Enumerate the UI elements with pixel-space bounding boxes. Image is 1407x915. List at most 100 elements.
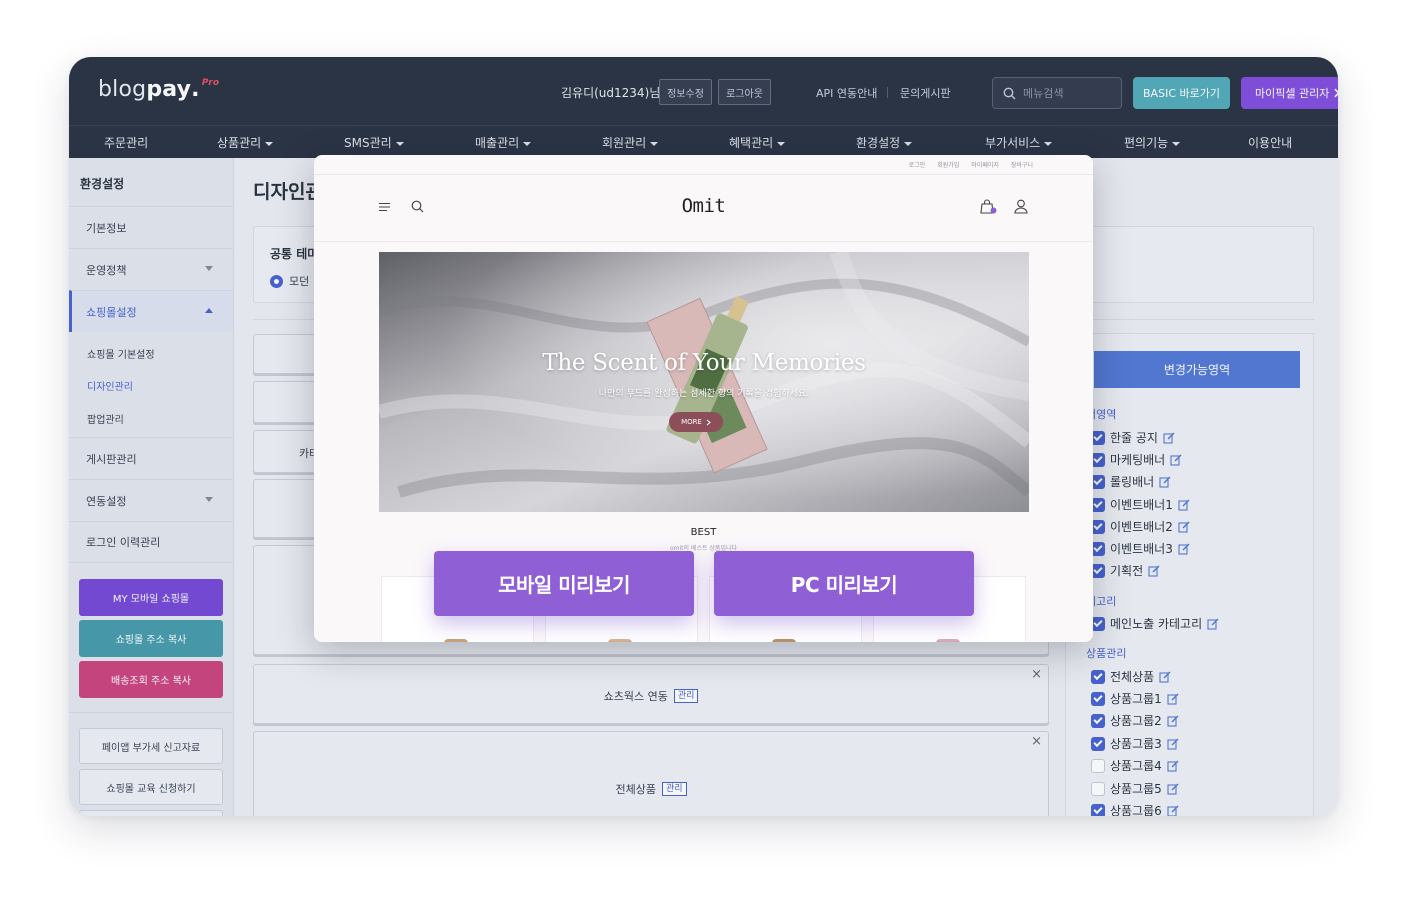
vat-report-button[interactable]: 페이앱 부가세 신고자료 xyxy=(79,728,223,764)
shopping-bag-icon[interactable] xyxy=(980,199,997,214)
block-label: 쇼츠웍스 연동 관리 xyxy=(254,688,1048,704)
nav-convenience[interactable]: 편의기능 xyxy=(1124,134,1181,151)
shop-logo[interactable]: Omit xyxy=(314,195,1093,217)
user-icon[interactable] xyxy=(1014,199,1028,214)
area-item[interactable]: 이벤트배너2 xyxy=(1091,518,1190,535)
sidebar-item-basic[interactable]: 기본정보 xyxy=(69,206,233,248)
checkbox-checked-icon[interactable] xyxy=(1091,803,1105,816)
checkbox-checked-icon[interactable] xyxy=(1091,563,1105,578)
layout-block-shorts[interactable]: × 쇼츠웍스 연동 관리 xyxy=(253,664,1049,724)
edit-icon[interactable] xyxy=(1167,737,1179,750)
nav-addon[interactable]: 부가서비스 xyxy=(985,134,1053,151)
area-item[interactable]: 상품그룹4 xyxy=(1091,757,1179,774)
edu-apply-button[interactable]: 쇼핑몰 교육 신청하기 xyxy=(79,769,223,805)
sidebar-item-board[interactable]: 게시판관리 xyxy=(69,437,233,479)
user-name: 김유디(ud1234)님 xyxy=(561,86,661,100)
util-join[interactable]: 회원가입 xyxy=(937,160,959,169)
sidebar-sub-shop-basic[interactable]: 쇼핑몰 기본설정 xyxy=(87,346,155,361)
util-mypage[interactable]: 마이페이지 xyxy=(971,160,999,169)
util-cart[interactable]: 장바구니 xyxy=(1011,160,1033,169)
checkbox-checked-icon[interactable] xyxy=(1091,616,1105,631)
area-item[interactable]: 상품그룹1 xyxy=(1091,690,1179,707)
manage-tag[interactable]: 관리 xyxy=(673,689,699,703)
edit-icon[interactable] xyxy=(1167,804,1179,817)
edit-icon[interactable] xyxy=(1167,714,1179,727)
area-item[interactable]: 상품그룹2 xyxy=(1091,712,1179,729)
area-item[interactable]: 상품그룹3 xyxy=(1091,735,1179,752)
util-login[interactable]: 로그인 xyxy=(909,160,926,169)
area-item[interactable]: 전체상품 xyxy=(1091,668,1171,685)
edit-icon[interactable] xyxy=(1178,542,1190,555)
my-mobile-shop-button[interactable]: MY 모바일 쇼핑몰 xyxy=(79,579,223,616)
checkbox-checked-icon[interactable] xyxy=(1091,430,1105,445)
edit-icon[interactable] xyxy=(1148,564,1160,577)
hero-banner[interactable]: The Scent of Your Memories 나만의 무드를 완성하는 … xyxy=(379,252,1029,512)
area-item[interactable]: 메인노출 카테고리 xyxy=(1091,615,1219,632)
sidebar-item-shop-settings[interactable]: 쇼핑몰설정 xyxy=(69,290,233,332)
logout-button[interactable]: 로그아웃 xyxy=(718,79,771,105)
checkbox-checked-icon[interactable] xyxy=(1091,474,1105,489)
api-guide-link[interactable]: API 연동안내 xyxy=(816,85,877,101)
area-item[interactable]: 롤링배너 xyxy=(1091,473,1171,490)
area-item[interactable]: 이벤트배너3 xyxy=(1091,540,1190,557)
nav-sales[interactable]: 매출관리 xyxy=(475,134,532,151)
edit-icon[interactable] xyxy=(1167,782,1179,795)
edit-icon[interactable] xyxy=(1178,498,1190,511)
checkbox-checked-icon[interactable] xyxy=(1091,669,1105,684)
manage-tag[interactable]: 관리 xyxy=(661,782,687,796)
edit-icon[interactable] xyxy=(1207,617,1219,630)
menu-search[interactable] xyxy=(992,77,1122,109)
mobile-preview-button[interactable]: 모바일 미리보기 xyxy=(434,551,694,616)
nav-order[interactable]: 주문관리 xyxy=(104,134,148,151)
area-item[interactable]: 기획전 xyxy=(1091,562,1160,579)
area-item[interactable]: 상품그룹6 xyxy=(1091,802,1179,816)
layout-block-all-products[interactable]: × 전체상품 관리 xyxy=(253,731,1049,816)
sidebar-item-integration[interactable]: 연동설정 xyxy=(69,479,233,521)
sidebar-title: 환경설정 xyxy=(80,177,125,191)
checkbox-checked-icon[interactable] xyxy=(1091,497,1105,512)
checkbox-checked-icon[interactable] xyxy=(1091,713,1105,728)
edit-icon[interactable] xyxy=(1163,431,1175,444)
edit-icon[interactable] xyxy=(1170,453,1182,466)
more-button[interactable]: MORE xyxy=(669,412,723,432)
area-item[interactable]: 한줄 공지 xyxy=(1091,429,1175,446)
area-item[interactable]: 마케팅배너 xyxy=(1091,451,1182,468)
board-link[interactable]: 문의게시판 xyxy=(900,85,951,101)
close-icon[interactable]: × xyxy=(1031,734,1042,749)
nav-benefit[interactable]: 혜택관리 xyxy=(729,134,786,151)
edit-icon[interactable] xyxy=(1159,475,1171,488)
sidebar-item-policy[interactable]: 운영정책 xyxy=(69,248,233,290)
pc-preview-button[interactable]: PC 미리보기 xyxy=(714,551,974,616)
checkbox-checked-icon[interactable] xyxy=(1091,736,1105,751)
nav-guide[interactable]: 이용안내 xyxy=(1248,134,1292,151)
sidebar-item-login-history[interactable]: 로그인 이력관리 xyxy=(69,521,233,563)
mypick-admin-button[interactable]: 마이픽셀 관리자 xyxy=(1241,77,1338,109)
checkbox-unchecked-icon[interactable] xyxy=(1091,781,1105,796)
edit-icon[interactable] xyxy=(1167,692,1179,705)
copy-shop-url-button[interactable]: 쇼핑몰 주소 복사 xyxy=(79,620,223,657)
edit-info-button[interactable]: 정보수정 xyxy=(659,79,712,105)
sidebar-more-button[interactable] xyxy=(79,810,223,816)
close-icon[interactable]: × xyxy=(1031,667,1042,682)
checkbox-checked-icon[interactable] xyxy=(1091,691,1105,706)
logo[interactable]: blog pay. Pro xyxy=(98,77,219,102)
checkbox-unchecked-icon[interactable] xyxy=(1091,758,1105,773)
area-item[interactable]: 이벤트배너1 xyxy=(1091,496,1190,513)
nav-sms[interactable]: SMS관리 xyxy=(344,134,404,151)
area-item[interactable]: 상품그룹5 xyxy=(1091,780,1179,797)
sidebar-sub-popup[interactable]: 팝업관리 xyxy=(87,411,124,426)
nav-member[interactable]: 회원관리 xyxy=(602,134,659,151)
copy-tracking-url-button[interactable]: 배송조회 주소 복사 xyxy=(79,661,223,698)
edit-icon[interactable] xyxy=(1167,759,1179,772)
checkbox-checked-icon[interactable] xyxy=(1091,541,1105,556)
sidebar-sub-design[interactable]: 디자인관리 xyxy=(87,378,133,393)
search-input[interactable] xyxy=(1023,86,1113,100)
theme-radio[interactable]: 모던 xyxy=(270,273,309,289)
checkbox-checked-icon[interactable] xyxy=(1091,452,1105,467)
nav-settings[interactable]: 환경설정 xyxy=(856,134,913,151)
basic-shortcut-button[interactable]: BASIC 바로가기 xyxy=(1133,77,1230,109)
nav-product[interactable]: 상품관리 xyxy=(217,134,274,151)
edit-icon[interactable] xyxy=(1159,670,1171,683)
checkbox-checked-icon[interactable] xyxy=(1091,519,1105,534)
edit-icon[interactable] xyxy=(1178,520,1190,533)
